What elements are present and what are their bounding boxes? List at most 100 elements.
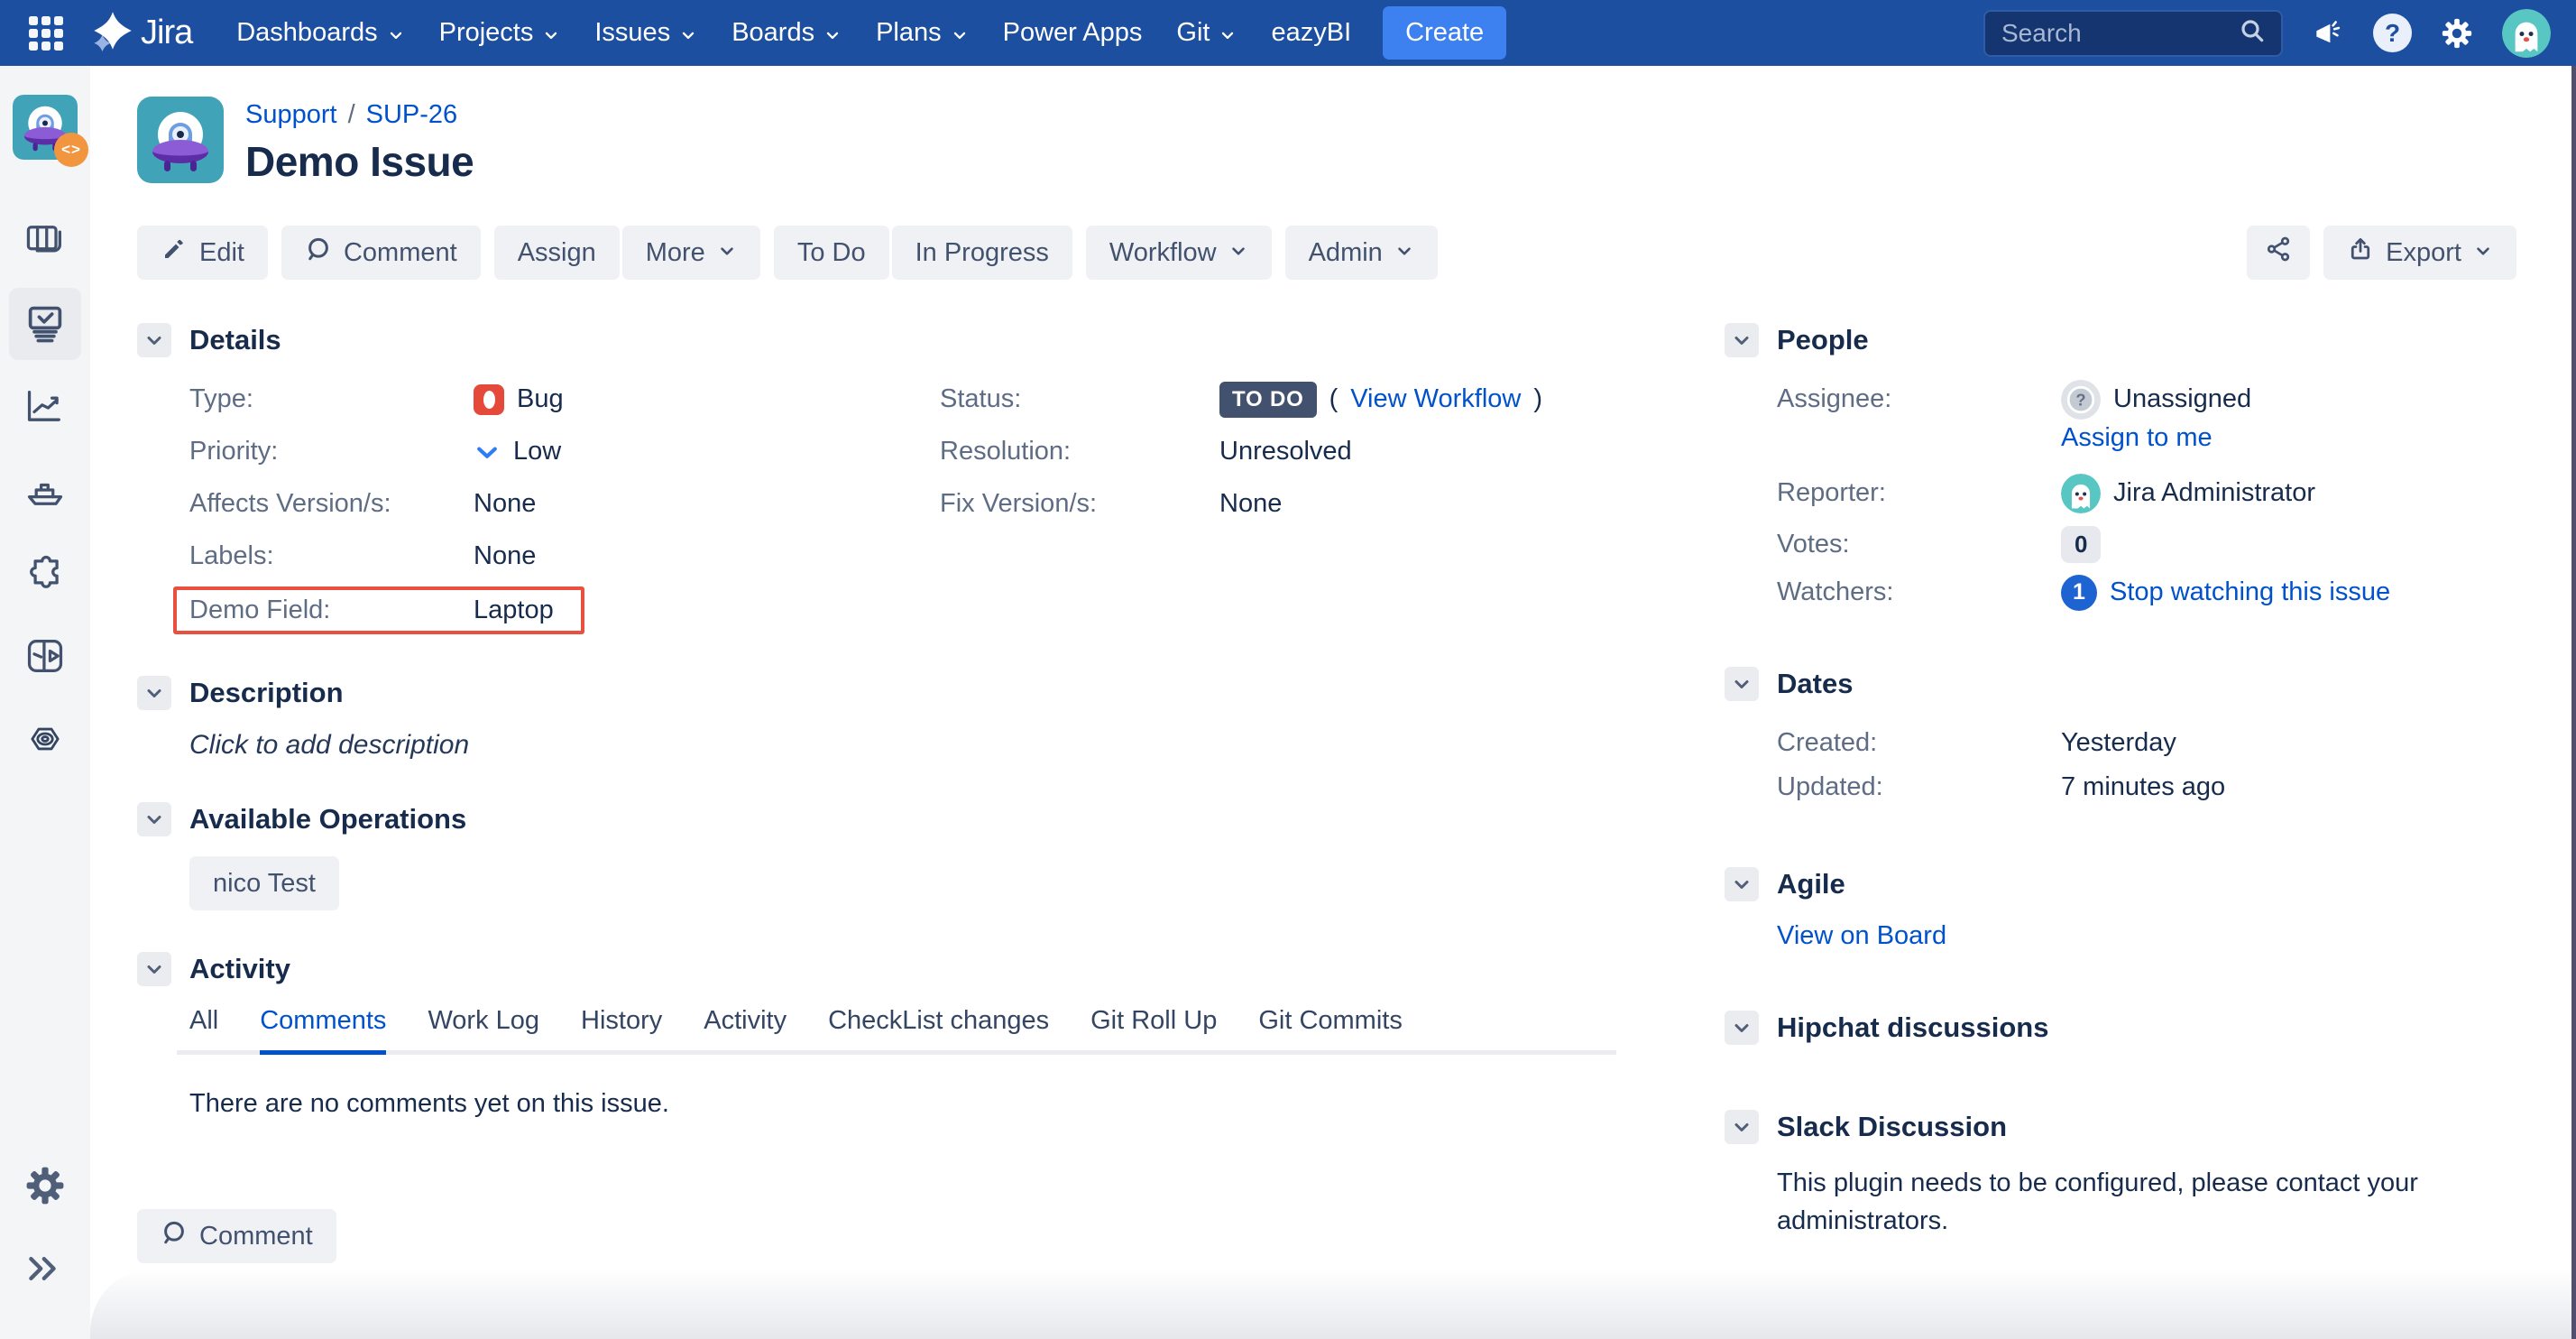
type-value[interactable]: Bug [474, 384, 564, 415]
create-button[interactable]: Create [1383, 6, 1506, 60]
collapse-agile-icon[interactable] [1725, 867, 1759, 901]
fix-versions-value[interactable]: None [1219, 489, 1282, 519]
votes-badge[interactable]: 0 [2061, 526, 2101, 563]
collapse-activity-icon[interactable] [137, 952, 171, 986]
sidebar-item-hexagon[interactable] [9, 703, 81, 775]
watchers-badge[interactable]: 1 [2061, 575, 2097, 611]
nav-item-issues[interactable]: Issues [577, 0, 714, 66]
dates-section: Dates Created: Yesterday Updated: 7 minu… [1725, 667, 2516, 809]
created-value: Yesterday [2061, 728, 2176, 758]
tab-comments[interactable]: Comments [260, 1006, 386, 1055]
assignee-value[interactable]: ? Unassigned [2061, 380, 2251, 420]
sidebar-expand-icon[interactable] [9, 1233, 81, 1305]
people-section: People Assignee: ? Unassigned Assign to … [1725, 323, 2516, 614]
collapse-operations-icon[interactable] [137, 802, 171, 836]
priority-value[interactable]: Low [474, 437, 561, 466]
collapse-people-icon[interactable] [1725, 323, 1759, 357]
collapse-description-icon[interactable] [137, 676, 171, 710]
edit-button[interactable]: Edit [137, 226, 268, 280]
tab-history[interactable]: History [581, 1006, 662, 1050]
assign-to-me-link[interactable]: Assign to me [2061, 423, 2213, 452]
field-affects-versions: Affects Version/s: None [189, 482, 873, 526]
admin-button[interactable]: Admin [1285, 226, 1438, 280]
sidebar-item-issues[interactable] [9, 288, 81, 360]
transition-todo-button[interactable]: To Do [774, 226, 889, 280]
affects-versions-value[interactable]: None [474, 489, 536, 519]
nav-item-projects[interactable]: Projects [422, 0, 578, 66]
nav-item-power-apps[interactable]: Power Apps [986, 0, 1160, 66]
nico-test-button[interactable]: nico Test [189, 856, 339, 910]
collapse-hipchat-icon[interactable] [1725, 1011, 1759, 1045]
announcement-icon[interactable] [2308, 14, 2348, 53]
tab-checklist-changes[interactable]: CheckList changes [828, 1006, 1049, 1050]
breadcrumb-issue-link[interactable]: SUP-26 [366, 100, 458, 130]
comment-bubble-icon [161, 1219, 188, 1253]
chevron-down-icon [951, 23, 969, 44]
hipchat-section: Hipchat discussions [1725, 1011, 2516, 1045]
project-avatar[interactable]: <> [13, 95, 78, 160]
tab-all[interactable]: All [189, 1006, 218, 1050]
collapse-slack-icon[interactable] [1725, 1110, 1759, 1144]
collapse-details-icon[interactable] [137, 323, 171, 357]
labels-value[interactable]: None [474, 541, 536, 571]
field-votes: Votes: 0 [1777, 522, 2516, 567]
sidebar-item-addons[interactable] [9, 537, 81, 609]
breadcrumb-project-link[interactable]: Support [245, 100, 337, 130]
collapse-dates-icon[interactable] [1725, 667, 1759, 701]
bug-type-icon [474, 384, 504, 415]
nav-item-boards[interactable]: Boards [714, 0, 859, 66]
stop-watching-link[interactable]: Stop watching this issue [2110, 577, 2390, 607]
tab-git-commits[interactable]: Git Commits [1258, 1006, 1403, 1050]
field-status: Status: TO DO (View Workflow) [940, 377, 1542, 421]
view-workflow-link[interactable]: View Workflow [1350, 384, 1521, 414]
search-input[interactable] [2000, 18, 2238, 49]
share-button[interactable] [2247, 226, 2310, 280]
export-button[interactable]: Export [2323, 226, 2516, 280]
nav-item-dashboards[interactable]: Dashboards [219, 0, 421, 66]
more-button[interactable]: More [622, 226, 760, 280]
sidebar-item-repository[interactable] [9, 620, 81, 692]
annotation-box-demo-field: Demo Field: Laptop [173, 586, 584, 634]
view-on-board-link[interactable]: View on Board [1777, 921, 1946, 950]
add-description-placeholder[interactable]: Click to add description [189, 730, 469, 760]
jira-logo[interactable]: Jira [92, 10, 192, 56]
breadcrumb: Support / SUP-26 [245, 100, 474, 130]
project-avatar-large[interactable] [137, 97, 224, 183]
app-switcher-icon[interactable] [25, 13, 67, 54]
comment-button[interactable]: Comment [281, 226, 481, 280]
breadcrumb-separator: / [348, 100, 355, 130]
jira-logo-text: Jira [141, 14, 192, 52]
user-avatar[interactable] [2502, 9, 2551, 58]
nav-item-plans[interactable]: Plans [859, 0, 986, 66]
workflow-button[interactable]: Workflow [1086, 226, 1272, 280]
help-icon[interactable]: ? [2373, 14, 2412, 52]
reporter-value[interactable]: Jira Administrator [2061, 474, 2315, 513]
tab-git-roll-up[interactable]: Git Roll Up [1090, 1006, 1217, 1050]
field-labels: Labels: None [189, 534, 873, 578]
sidebar-item-backlog[interactable] [9, 205, 81, 277]
nav-item-eazybi[interactable]: eazyBI [1254, 0, 1368, 66]
sidebar-item-releases[interactable] [9, 454, 81, 526]
chevron-down-icon [823, 23, 842, 44]
search-icon[interactable] [2238, 16, 2267, 50]
details-heading: Details [189, 324, 281, 356]
transition-in-progress-button[interactable]: In Progress [892, 226, 1072, 280]
sidebar-settings-gear-icon[interactable] [9, 1150, 81, 1222]
comment-bubble-icon [305, 235, 332, 270]
tab-work-log[interactable]: Work Log [428, 1006, 539, 1050]
top-navbar: Jira Dashboards Projects Issues Boards P… [0, 0, 2576, 66]
chevron-down-icon [2473, 237, 2493, 268]
search-box[interactable] [1983, 10, 2283, 57]
sidebar-item-reports[interactable] [9, 371, 81, 443]
tab-activity[interactable]: Activity [704, 1006, 787, 1050]
comment-footer-button[interactable]: Comment [137, 1209, 336, 1263]
no-comments-message: There are no comments yet on this issue. [177, 1089, 1616, 1119]
resolution-value: Unresolved [1219, 437, 1352, 466]
settings-gear-icon[interactable] [2437, 14, 2477, 53]
pencil-icon [161, 235, 188, 270]
nav-item-git[interactable]: Git [1159, 0, 1254, 66]
people-heading: People [1777, 324, 1869, 356]
priority-low-icon [474, 437, 501, 466]
assign-button[interactable]: Assign [494, 226, 620, 280]
demo-field-value[interactable]: Laptop [474, 596, 554, 625]
